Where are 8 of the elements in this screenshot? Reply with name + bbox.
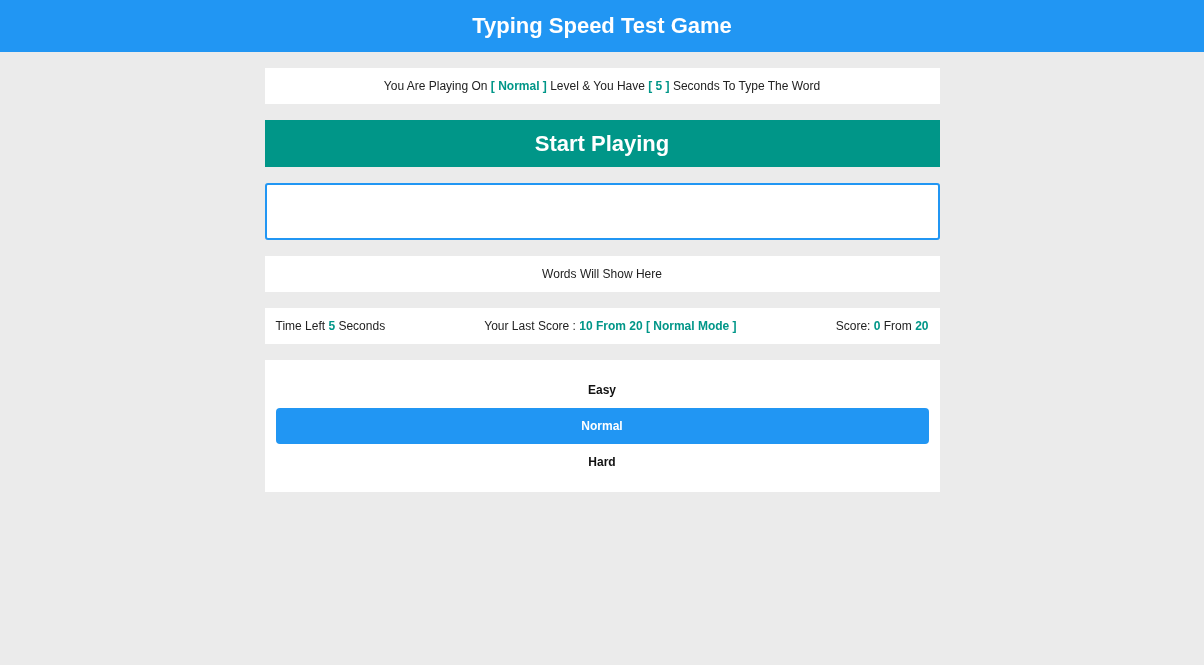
input-field[interactable]: [264, 183, 940, 240]
last-score-text: Your Last Score : 10 From 20 [ Normal Mode ]: [484, 318, 737, 335]
start-playing-button[interactable]: Start Playing: [264, 120, 940, 167]
level-info-text: You Are Playing On [ Normal ] Level & You Have [ 5 ] Seconds To Type The Word: [383, 78, 821, 95]
page-title: Typing Speed Test Game: [472, 15, 732, 37]
words-placeholder-text: Words Will Show Here: [542, 266, 662, 283]
score-text: Score: 0 From 20: [835, 318, 929, 335]
time-left-text: Time Left 5 Seconds: [275, 318, 386, 335]
